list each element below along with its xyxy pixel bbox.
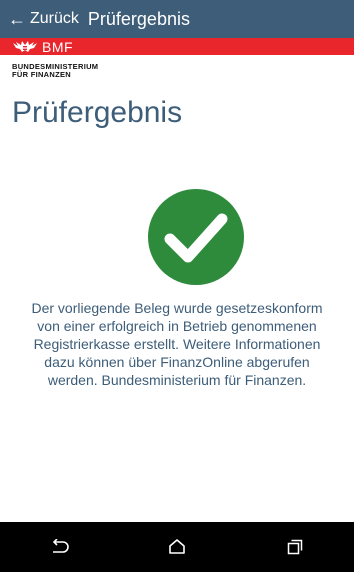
back-button[interactable]: ← Zurück <box>0 0 79 38</box>
message-line: Registrierkasse erstellt. Weitere Inform… <box>33 336 321 352</box>
message-line: dazu können über FinanzOnline abgerufen <box>44 354 310 370</box>
result-check <box>146 187 246 287</box>
app-bar: ← Zurück Prüfergebnis <box>0 0 354 38</box>
app-bar-title: Prüfergebnis <box>87 8 190 29</box>
ministry-name: BUNDESMINISTERIUM FÜR FINANZEN <box>12 63 98 79</box>
message-line: Der vorliegende Beleg wurde gesetzeskonf… <box>31 300 323 316</box>
home-nav-icon <box>169 539 185 554</box>
home-nav-button[interactable] <box>147 522 207 572</box>
back-nav-button[interactable] <box>29 522 89 572</box>
recents-nav-icon <box>287 539 303 555</box>
back-nav-icon <box>52 539 69 553</box>
system-nav-bar <box>0 522 354 572</box>
page-title: Prüfergebnis <box>12 96 183 129</box>
back-arrow-icon: ← <box>8 9 26 29</box>
eagle-logo-icon <box>13 40 37 52</box>
back-label: Zurück <box>30 10 79 27</box>
recents-nav-button[interactable] <box>265 522 325 572</box>
result-message: Der vorliegende Beleg wurde gesetzeskonf… <box>12 299 342 389</box>
message-line: von einer erfolgreich in Betrieb genomme… <box>37 318 317 334</box>
check-icon <box>148 189 244 285</box>
message-line: werden. Bundesministerium für Finanzen. <box>47 372 307 388</box>
bmf-logo-text: BMF <box>42 38 74 55</box>
bmf-brand-bar: BMF <box>0 38 354 55</box>
ministry-line-2: FÜR FINANZEN <box>12 70 72 79</box>
